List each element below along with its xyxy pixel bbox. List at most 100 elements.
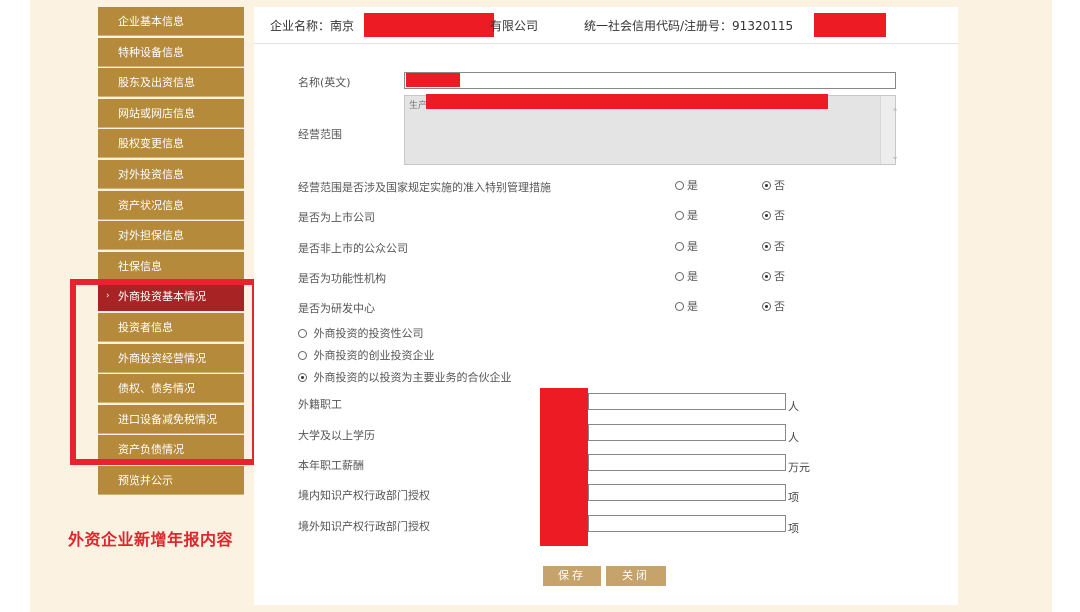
question-label: 是否为上市公司 <box>298 211 375 224</box>
overseas-ip-input[interactable] <box>588 515 786 532</box>
radio-no[interactable]: 否 <box>762 238 785 254</box>
redaction-credit-code <box>814 13 886 37</box>
save-button[interactable]: 保存 <box>543 566 601 586</box>
company-type-option[interactable]: 外商投资的投资性公司 <box>298 325 424 341</box>
company-type-label: 外商投资的创业投资企业 <box>313 349 435 362</box>
company-type-option[interactable]: 外商投资的以投资为主要业务的合伙企业 <box>298 369 512 385</box>
screen: 企业基本信息 特种设备信息 股东及出资信息 网站或网店信息 股权变更信息 对外投… <box>0 0 1080 612</box>
radio-checked-icon <box>762 211 771 220</box>
sidebar-item-label: 特种设备信息 <box>118 45 184 59</box>
company-type-label: 外商投资的投资性公司 <box>313 327 424 340</box>
radio-yes[interactable]: 是 <box>675 207 698 223</box>
college-staff-unit: 人 <box>788 431 799 444</box>
sidebar-item-label: 预览并公示 <box>118 473 173 487</box>
radio-no-label: 否 <box>774 240 785 253</box>
question-label: 经营范围是否涉及国家规定实施的准入特别管理措施 <box>298 181 551 194</box>
question-label: 是否非上市的公众公司 <box>298 242 408 255</box>
company-name-label: 企业名称：南京 <box>270 19 355 33</box>
question-label: 是否为功能性机构 <box>298 272 386 285</box>
radio-checked-icon <box>762 242 771 251</box>
radio-checked-icon <box>298 373 307 382</box>
foreign-staff-label: 外籍职工 <box>298 398 342 411</box>
company-name-suffix: 有限公司 <box>490 19 539 33</box>
radio-no[interactable]: 否 <box>762 268 785 284</box>
scroll-up-icon[interactable]: ⌃ <box>888 108 902 118</box>
radio-no-label: 否 <box>774 270 785 283</box>
foreign-staff-input[interactable] <box>588 393 786 410</box>
radio-yes-label: 是 <box>687 270 698 283</box>
radio-no-label: 否 <box>774 209 785 222</box>
english-name-label: 名称(英文) <box>298 76 351 89</box>
radio-icon <box>298 329 307 338</box>
redaction-company-name <box>364 13 494 37</box>
salary-unit: 万元 <box>788 461 810 474</box>
sidebar-item-label: 网站或网店信息 <box>118 106 195 120</box>
company-type-option[interactable]: 外商投资的创业投资企业 <box>298 347 435 363</box>
domestic-ip-input[interactable] <box>588 484 786 501</box>
radio-no[interactable]: 否 <box>762 298 785 314</box>
highlight-box <box>70 279 258 465</box>
radio-icon <box>298 351 307 360</box>
business-scope-label: 经营范围 <box>298 128 342 141</box>
salary-label: 本年职工薪酬 <box>298 459 364 472</box>
overseas-ip-unit: 项 <box>788 522 799 535</box>
sidebar-item-shareholders[interactable]: 股东及出资信息 <box>98 68 244 98</box>
credit-code-label: 统一社会信用代码/注册号：91320115 <box>584 19 794 33</box>
radio-yes[interactable]: 是 <box>675 298 698 314</box>
radio-checked-icon <box>762 272 771 281</box>
company-type-label: 外商投资的以投资为主要业务的合伙企业 <box>313 371 512 384</box>
scrollbar[interactable]: ⌃ ⌄ <box>880 96 899 164</box>
sidebar-item-label: 股东及出资信息 <box>118 76 195 90</box>
radio-yes[interactable]: 是 <box>675 238 698 254</box>
scroll-down-icon[interactable]: ⌄ <box>888 152 902 162</box>
close-button[interactable]: 关闭 <box>606 566 666 586</box>
foreign-staff-unit: 人 <box>788 400 799 413</box>
company-header: 企业名称：南京 有限公司 统一社会信用代码/注册号：91320115 <box>254 7 958 44</box>
radio-icon <box>675 181 684 190</box>
sidebar-item-label: 企业基本信息 <box>118 15 184 28</box>
radio-no[interactable]: 否 <box>762 177 785 193</box>
overseas-ip-label: 境外知识产权行政部门授权 <box>298 520 430 533</box>
radio-checked-icon <box>762 302 771 311</box>
radio-icon <box>675 302 684 311</box>
salary-input[interactable] <box>588 454 786 471</box>
redaction-english-name <box>406 73 460 87</box>
radio-yes[interactable]: 是 <box>675 177 698 193</box>
sidebar-item-outbound-investment[interactable]: 对外投资信息 <box>98 159 244 189</box>
sidebar-item-external-guarantee[interactable]: 对外担保信息 <box>98 221 244 251</box>
sidebar-item-label: 对外投资信息 <box>118 167 184 181</box>
sidebar-item-website[interactable]: 网站或网店信息 <box>98 98 244 128</box>
domestic-ip-label: 境内知识产权行政部门授权 <box>298 489 430 502</box>
sidebar-item-special-equipment[interactable]: 特种设备信息 <box>98 37 244 67</box>
redaction-business-scope <box>426 94 828 109</box>
radio-yes-label: 是 <box>687 300 698 313</box>
english-name-input[interactable] <box>404 72 896 89</box>
annotation-text: 外资企业新增年报内容 <box>68 530 234 549</box>
radio-icon <box>675 211 684 220</box>
domestic-ip-unit: 项 <box>788 491 799 504</box>
radio-checked-icon <box>762 181 771 190</box>
sidebar-item-assets-status[interactable]: 资产状况信息 <box>98 190 244 220</box>
radio-no-label: 否 <box>774 179 785 192</box>
question-label: 是否为研发中心 <box>298 302 375 315</box>
sidebar-item-label: 股权变更信息 <box>118 137 184 151</box>
main-panel: 企业名称：南京 有限公司 统一社会信用代码/注册号：91320115 名称(英文… <box>254 7 958 605</box>
sidebar-item-equity-change[interactable]: 股权变更信息 <box>98 129 244 159</box>
sidebar-item-enterprise-basic-info[interactable]: 企业基本信息 <box>98 7 244 36</box>
radio-icon <box>675 272 684 281</box>
sidebar-item-social-security[interactable]: 社保信息 <box>98 251 244 281</box>
radio-no[interactable]: 否 <box>762 207 785 223</box>
sidebar-item-preview-publish[interactable]: 预览并公示 <box>98 465 244 495</box>
redaction-stats <box>540 388 588 546</box>
radio-yes[interactable]: 是 <box>675 268 698 284</box>
business-scope-prefix: 生产 <box>409 101 428 111</box>
radio-no-label: 否 <box>774 300 785 313</box>
radio-yes-label: 是 <box>687 209 698 222</box>
radio-yes-label: 是 <box>687 179 698 192</box>
college-staff-input[interactable] <box>588 424 786 441</box>
sidebar-item-label: 社保信息 <box>118 259 162 273</box>
radio-yes-label: 是 <box>687 240 698 253</box>
sidebar-item-label: 对外担保信息 <box>118 229 184 243</box>
college-staff-label: 大学及以上学历 <box>298 429 375 442</box>
sidebar-item-label: 资产状况信息 <box>118 198 184 212</box>
